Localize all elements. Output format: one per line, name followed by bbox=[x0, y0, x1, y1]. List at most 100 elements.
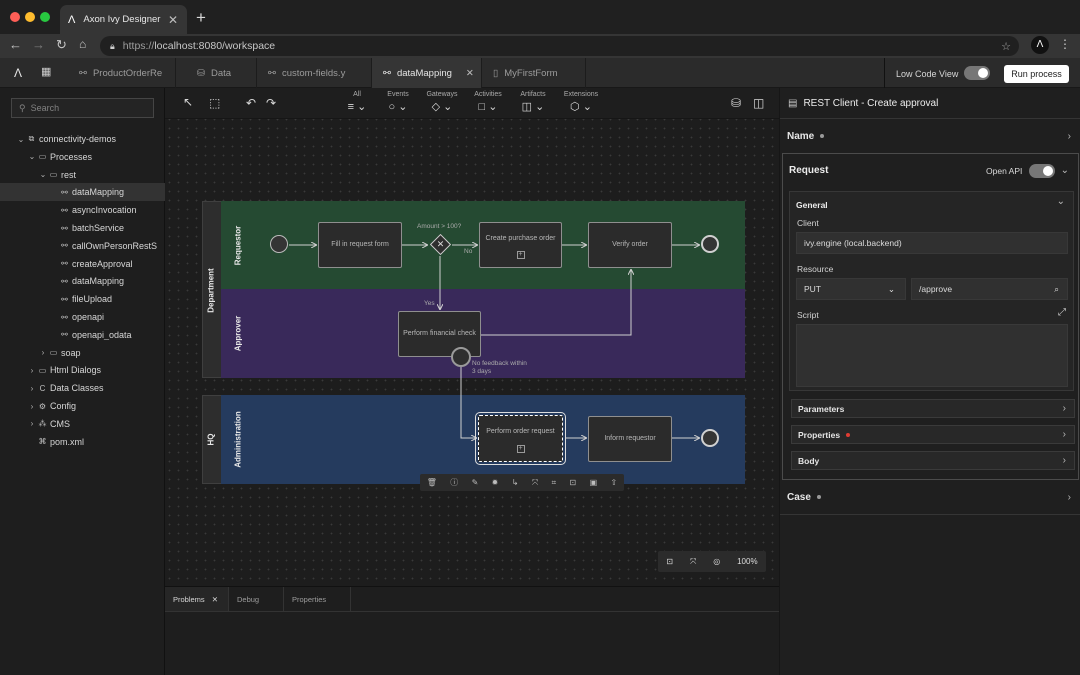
inspector-toggle-icon[interactable]: ◫ bbox=[753, 96, 764, 110]
tree-item[interactable]: ⚯ fileUpload bbox=[0, 290, 165, 308]
expand-editor-icon[interactable]: ⤢ bbox=[1058, 307, 1066, 318]
reload-icon[interactable]: ↻ bbox=[56, 37, 67, 53]
tree-item[interactable]: › ⁂ CMS bbox=[0, 415, 165, 433]
tab-custom-fields[interactable]: ⚯ custom-fields.y bbox=[257, 58, 372, 88]
browse-resource-icon[interactable]: ⌕ bbox=[1054, 284, 1059, 295]
profile-avatar-icon[interactable]: Λ bbox=[1031, 36, 1049, 54]
close-tab-icon[interactable]: ✕ bbox=[466, 68, 474, 79]
image-icon[interactable]: ▣ bbox=[590, 478, 598, 487]
undo-icon[interactable]: ↶ bbox=[246, 96, 256, 110]
back-icon[interactable]: ← bbox=[9, 37, 22, 52]
properties-section[interactable]: Properties › bbox=[791, 425, 1075, 444]
address-bar[interactable]: 🔒︎ https://localhost:8080/workspace ☆ bbox=[100, 36, 1019, 56]
low-code-view-toggle[interactable] bbox=[964, 66, 990, 80]
browser-menu-icon[interactable]: ⋮ bbox=[1059, 37, 1071, 51]
tree-item[interactable]: ⚯ openapi_odata bbox=[0, 326, 165, 344]
palette-artifacts[interactable]: Artifacts ◫ ⌄ bbox=[511, 91, 555, 113]
home-icon[interactable]: ⌂ bbox=[79, 37, 86, 51]
expand-toggle-icon[interactable]: ⌄ bbox=[16, 135, 26, 144]
script-editor[interactable] bbox=[796, 324, 1068, 387]
tree-item[interactable]: ⚯ dataMapping bbox=[0, 272, 165, 290]
upload-icon[interactable]: ⇧ bbox=[611, 478, 618, 487]
marquee-tool-icon[interactable]: ⬚ bbox=[209, 96, 220, 110]
tree-item[interactable]: ⚯ openapi bbox=[0, 308, 165, 326]
http-method-select[interactable]: PUT ⌄ bbox=[796, 278, 906, 300]
tree-item[interactable]: ⌄ ▭ rest bbox=[0, 166, 165, 184]
body-section[interactable]: Body › bbox=[791, 451, 1075, 470]
marketplace-icon[interactable]: ▦ bbox=[41, 65, 51, 78]
close-tab-icon[interactable]: ✕ bbox=[168, 13, 178, 27]
task-verify-order[interactable]: Verify order bbox=[588, 222, 672, 268]
palette-activities[interactable]: Activities □ ⌄ bbox=[466, 91, 510, 113]
tree-item[interactable]: ⚯ batchService bbox=[0, 219, 165, 237]
selection-tool-icon[interactable]: ↖ bbox=[183, 95, 193, 109]
tree-item[interactable]: › C Data Classes bbox=[0, 379, 165, 397]
origin-icon[interactable]: ◎ bbox=[713, 557, 720, 566]
search-input[interactable]: ⚲ Search bbox=[11, 98, 154, 118]
tree-item[interactable]: ⚯ callOwnPersonRestS bbox=[0, 237, 165, 255]
tab-debug[interactable]: Debug bbox=[229, 587, 284, 611]
tab-productorderre[interactable]: ⚯ ProductOrderRe bbox=[68, 58, 176, 88]
minimize-window-icon[interactable] bbox=[25, 12, 35, 22]
tree-item[interactable]: › ▭ Html Dialogs bbox=[0, 361, 165, 379]
palette-gateways[interactable]: Gateways ◇ ⌄ bbox=[420, 91, 464, 113]
open-api-toggle[interactable] bbox=[1029, 164, 1055, 178]
boundary-timer-event[interactable] bbox=[451, 347, 471, 367]
task-perform-order-request[interactable]: Perform order request + bbox=[475, 412, 566, 465]
close-window-icon[interactable] bbox=[10, 12, 20, 22]
new-tab-icon[interactable]: + bbox=[196, 8, 206, 28]
expand-toggle-icon[interactable]: ⌄ bbox=[27, 152, 37, 161]
fit-to-screen-icon[interactable]: ⊡ bbox=[666, 557, 673, 566]
tree-item[interactable]: ⚯ createApproval bbox=[0, 255, 165, 273]
expand-toggle-icon[interactable]: ⌄ bbox=[38, 170, 48, 179]
tab-problems[interactable]: Problems ✕ bbox=[165, 587, 229, 611]
expand-toggle-icon[interactable]: › bbox=[38, 348, 48, 357]
bookmark-star-icon[interactable]: ☆ bbox=[1001, 40, 1011, 53]
resource-path-input[interactable]: /approve ⌕ bbox=[911, 278, 1068, 300]
chevron-down-icon[interactable]: ⌄ bbox=[1061, 165, 1069, 176]
tree-item[interactable]: ⌄ ⧉ connectivity-demos bbox=[0, 130, 165, 148]
browser-tab[interactable]: Λ Axon Ivy Designer ✕ bbox=[60, 5, 187, 34]
end-event-hq[interactable] bbox=[701, 429, 719, 447]
parameters-section[interactable]: Parameters › bbox=[791, 399, 1075, 418]
section-name[interactable]: Name › bbox=[780, 118, 1080, 153]
redo-icon[interactable]: ↷ bbox=[266, 96, 276, 110]
tab-datamapping[interactable]: ⚯ dataMapping ✕ bbox=[372, 58, 482, 88]
data-icon[interactable]: ⛁ bbox=[731, 96, 741, 110]
debug-icon[interactable]: ✹ bbox=[492, 478, 499, 487]
delete-icon[interactable]: 🗑 bbox=[427, 478, 437, 487]
section-case[interactable]: Case › bbox=[780, 480, 1080, 515]
tab-myfirstform[interactable]: ▯ MyFirstForm bbox=[482, 58, 586, 88]
zoom-level[interactable]: 100% bbox=[737, 557, 757, 566]
axon-logo-button[interactable]: Λ bbox=[14, 66, 22, 80]
edit-icon[interactable]: ✎ bbox=[472, 478, 479, 487]
maximize-window-icon[interactable] bbox=[40, 12, 50, 22]
start-event[interactable] bbox=[270, 235, 288, 253]
close-icon[interactable]: ✕ bbox=[212, 595, 218, 604]
palette-events[interactable]: Events ○ ⌄ bbox=[376, 91, 420, 113]
expand-toggle-icon[interactable]: › bbox=[27, 366, 37, 375]
tree-item[interactable]: ⌄ ▭ Processes bbox=[0, 148, 165, 166]
tree-item[interactable]: ⚯ asyncInvocation bbox=[0, 201, 165, 219]
expand-toggle-icon[interactable]: › bbox=[27, 402, 37, 411]
tag-icon[interactable]: ⌗ bbox=[552, 478, 557, 488]
palette-extensions[interactable]: Extensions ⬡ ⌄ bbox=[559, 91, 603, 113]
tree-item[interactable]: › ⚙ Config bbox=[0, 397, 165, 415]
tree-item[interactable]: ⚯ dataMapping bbox=[0, 183, 165, 202]
tab-properties[interactable]: Properties bbox=[284, 587, 351, 611]
folder-icon[interactable]: ⊡ bbox=[570, 478, 577, 487]
client-select[interactable]: ivy.engine (local.backend) bbox=[796, 232, 1068, 254]
expand-toggle-icon[interactable]: › bbox=[27, 384, 37, 393]
expand-toggle-icon[interactable]: › bbox=[27, 419, 37, 428]
run-process-button[interactable]: Run process bbox=[1004, 65, 1069, 83]
task-inform-requestor[interactable]: Inform requestor bbox=[588, 416, 672, 462]
tree-item[interactable]: › ▭ soap bbox=[0, 344, 165, 362]
forward-icon[interactable]: → bbox=[32, 37, 45, 52]
task-fill-request-form[interactable]: Fill in request form bbox=[318, 222, 402, 268]
end-event[interactable] bbox=[701, 235, 719, 253]
palette-all[interactable]: All ≡ ⌄ bbox=[335, 91, 379, 113]
wrap-icon[interactable]: ⤧ bbox=[532, 478, 538, 488]
connect-icon[interactable]: ↳ bbox=[512, 478, 519, 487]
tree-item[interactable]: ⌘ pom.xml bbox=[0, 433, 165, 451]
center-icon[interactable]: ⤧ bbox=[690, 557, 696, 567]
